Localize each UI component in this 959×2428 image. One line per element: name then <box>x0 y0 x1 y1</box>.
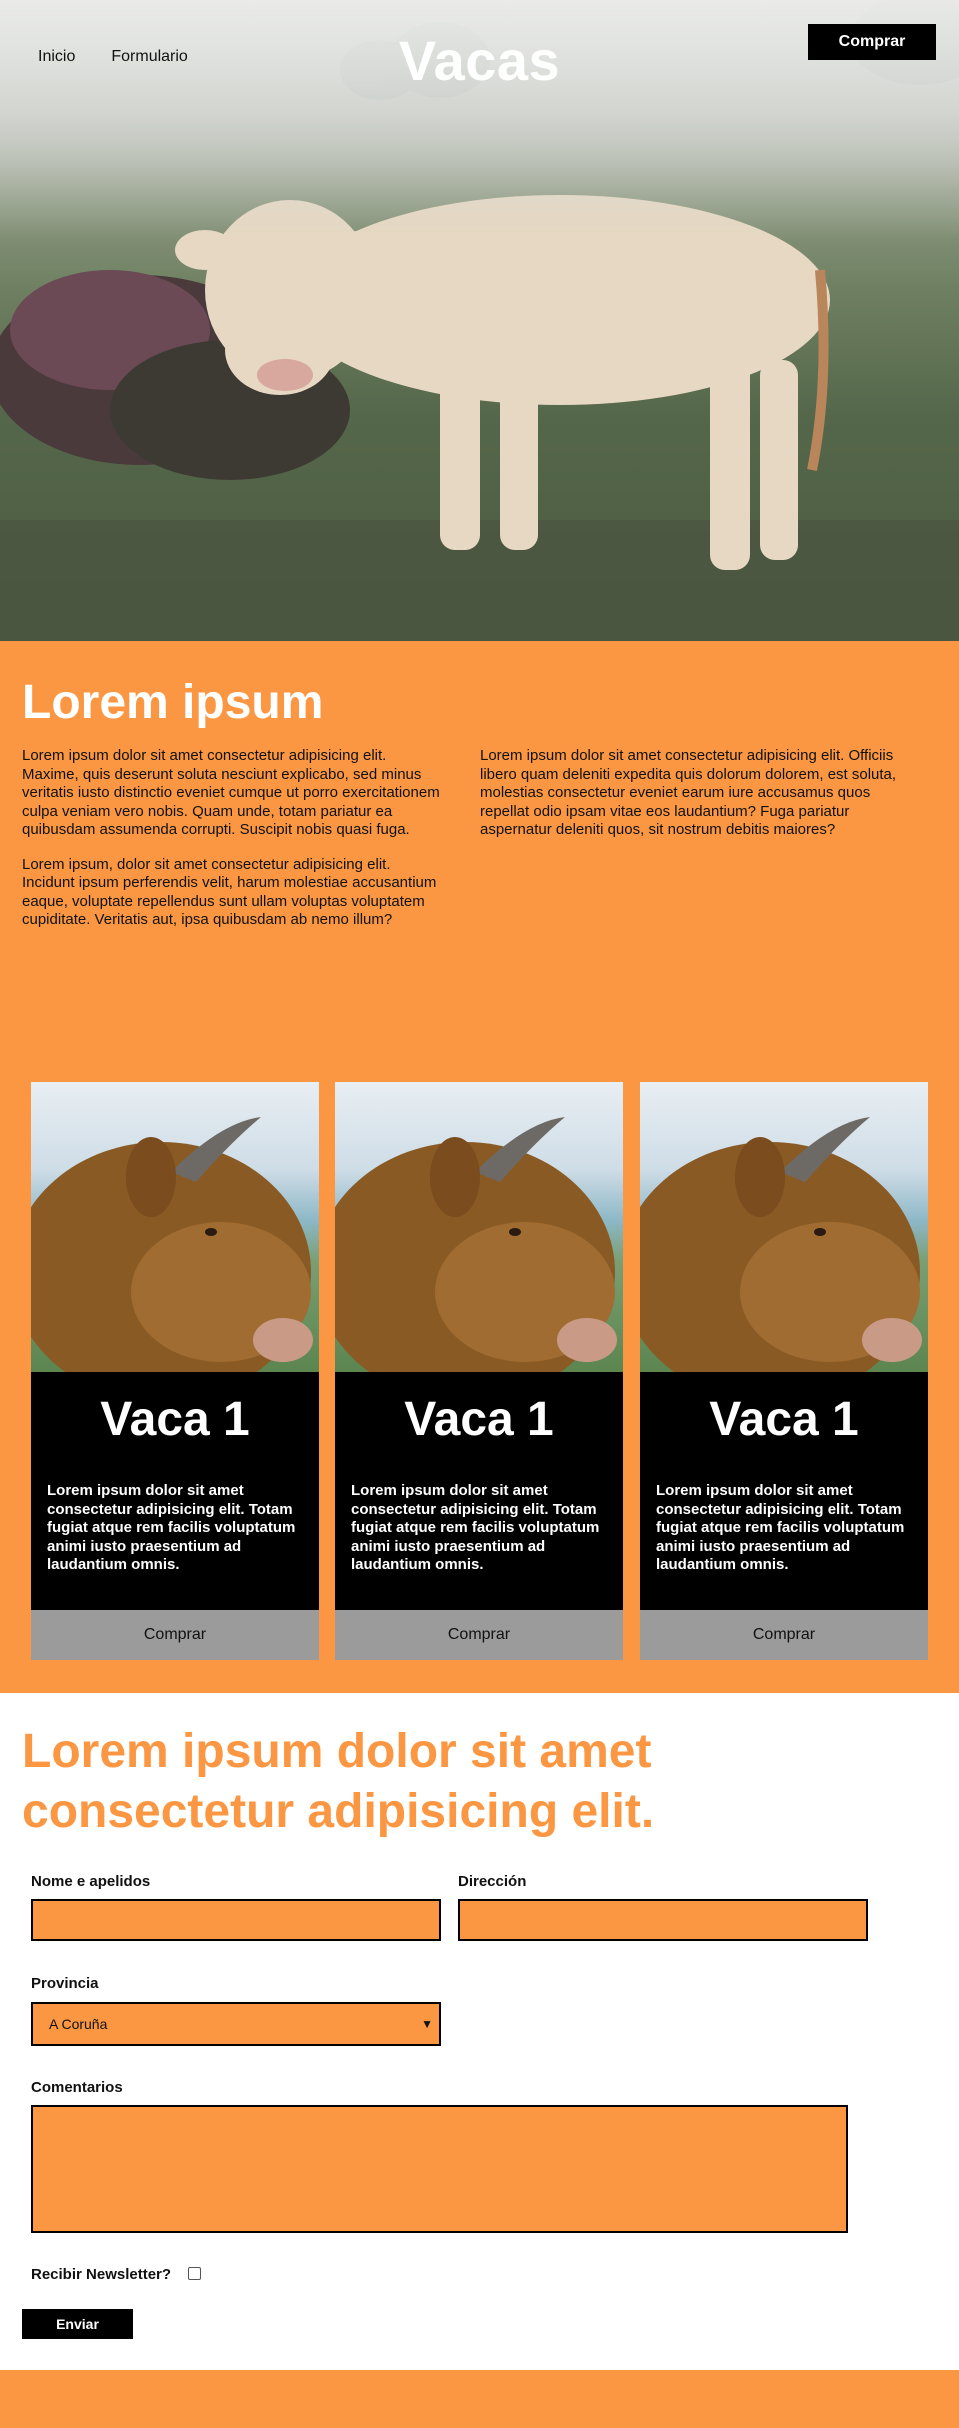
card-buy-button[interactable]: Comprar <box>335 1610 623 1660</box>
card-text: Lorem ipsum dolor sit amet consectetur a… <box>47 1482 296 1573</box>
bull-photo <box>335 1082 623 1372</box>
form-title: Lorem ipsum dolor sit amet consectetur a… <box>22 1725 655 1838</box>
name-label: Nome e apelidos <box>31 1873 151 1890</box>
card-text: Lorem ipsum dolor sit amet consectetur a… <box>656 1482 905 1573</box>
card-title: Vaca 1 <box>100 1393 250 1446</box>
chevron-down-icon: ▼ <box>421 2017 433 2031</box>
product-card: Vaca 1 Lorem ipsum dolor sit amet consec… <box>640 1082 928 1660</box>
bull-photo <box>640 1082 928 1372</box>
newsletter-label: Recibir Newsletter? <box>31 2266 172 2283</box>
footer <box>0 2370 959 2428</box>
name-input[interactable] <box>31 1899 441 1941</box>
product-card: Vaca 1 Lorem ipsum dolor sit amet consec… <box>335 1082 623 1660</box>
intro-paragraph: Lorem ipsum dolor sit amet consectetur a… <box>480 747 897 838</box>
card-buy-button[interactable]: Comprar <box>640 1610 928 1660</box>
intro-paragraph: Lorem ipsum, dolor sit amet consectetur … <box>22 855 437 929</box>
newsletter-checkbox[interactable] <box>188 2267 201 2280</box>
submit-button[interactable]: Enviar <box>22 2309 133 2339</box>
province-label: Provincia <box>31 1975 99 1992</box>
card-text: Lorem ipsum dolor sit amet consectetur a… <box>351 1482 600 1573</box>
province-selected-value: A Coruña <box>49 2016 108 2032</box>
card-title: Vaca 1 <box>404 1393 554 1446</box>
address-label: Dirección <box>458 1873 527 1890</box>
intro-paragraph: Lorem ipsum dolor sit amet consectetur a… <box>22 747 440 838</box>
intro-title: Lorem ipsum <box>22 676 324 729</box>
province-select[interactable]: A Coruña ▼ <box>31 2002 441 2046</box>
address-input[interactable] <box>458 1899 868 1941</box>
intro-left-column: Lorem ipsum dolor sit amet consectetur a… <box>22 747 442 946</box>
product-card: Vaca 1 Lorem ipsum dolor sit amet consec… <box>31 1082 319 1660</box>
bull-photo <box>31 1082 319 1372</box>
hero-banner: Inicio Formulario Vacas Comprar <box>0 0 959 641</box>
header-buy-button[interactable]: Comprar <box>808 24 936 60</box>
comments-label: Comentarios <box>31 2079 123 2096</box>
card-buy-button[interactable]: Comprar <box>31 1610 319 1660</box>
intro-right-column: Lorem ipsum dolor sit amet consectetur a… <box>480 747 900 856</box>
card-title: Vaca 1 <box>709 1393 859 1446</box>
comments-textarea[interactable] <box>31 2105 848 2233</box>
